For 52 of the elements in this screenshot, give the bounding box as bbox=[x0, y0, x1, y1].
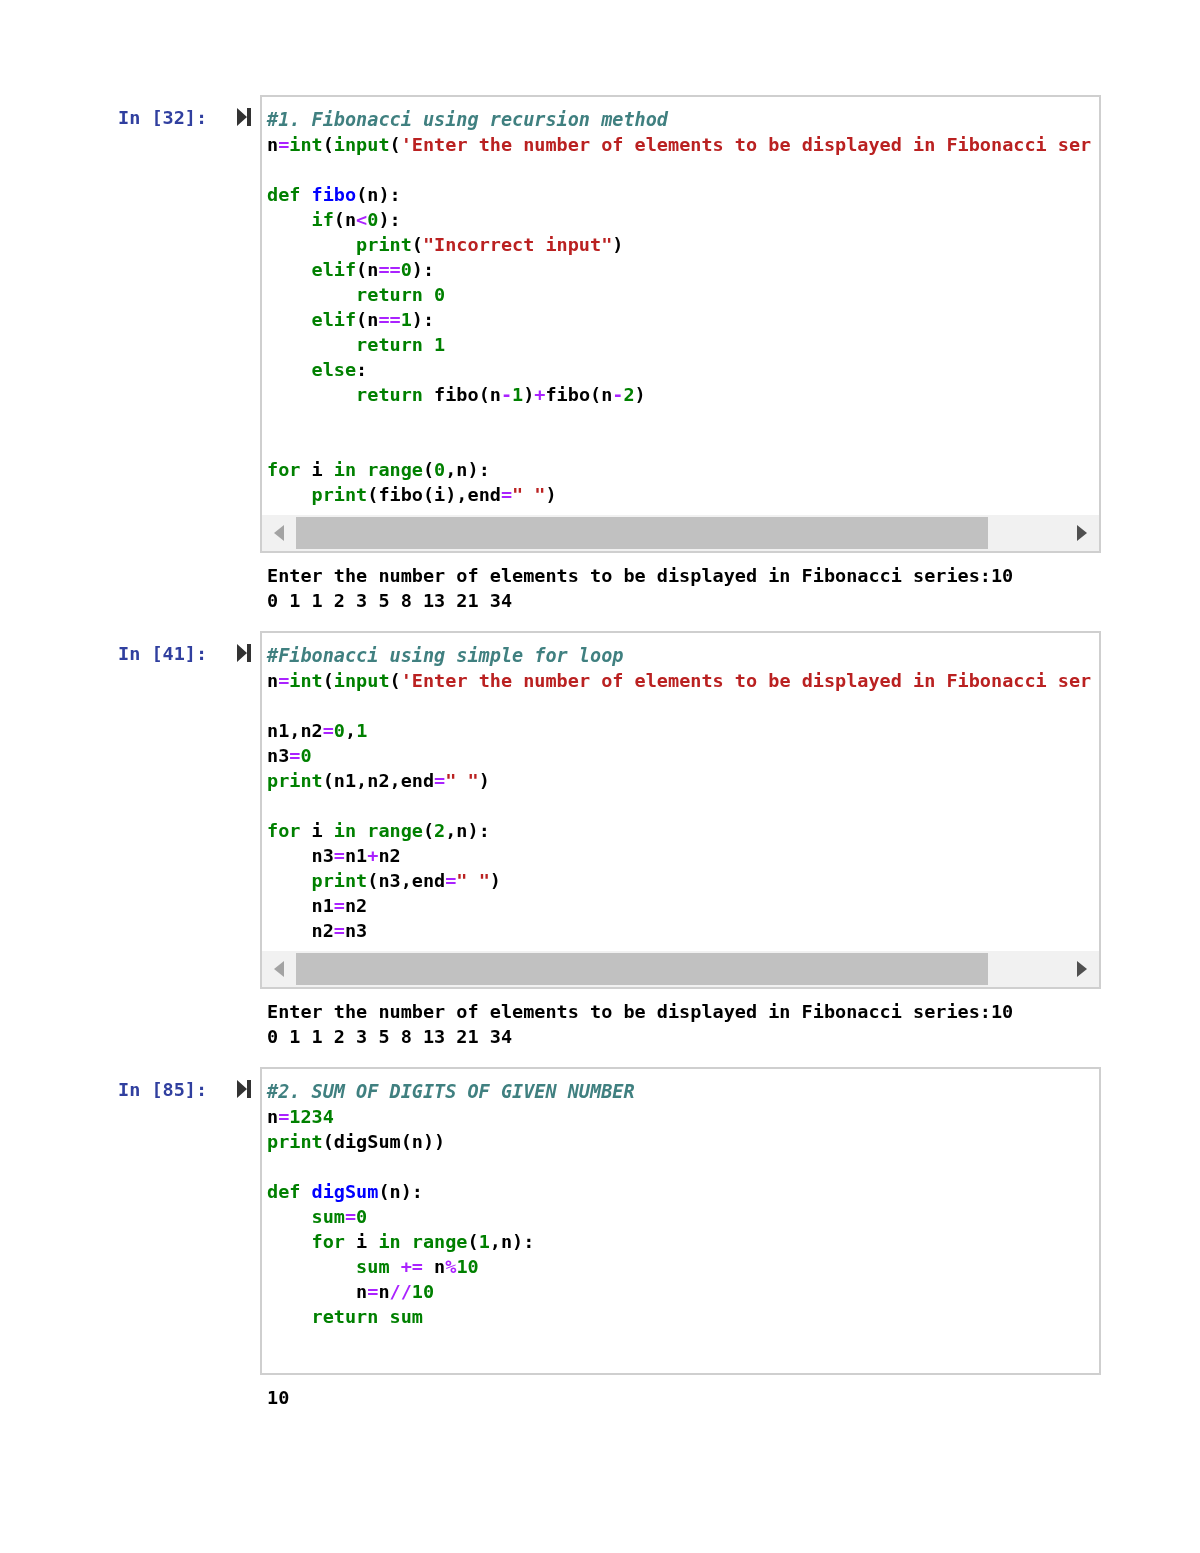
output-line: Enter the number of elements to be displayed in Fibonacci series:10 bbox=[267, 564, 1015, 588]
cell-prompt: In [32]: bbox=[118, 106, 209, 130]
code-cell[interactable]: #2. SUM OF DIGITS OF GIVEN NUMBER n=1234 print(digSum(n)) def digSum(n): sum=0 for i in range(1,n): sum += n%10 n=n//10 return sum bbox=[260, 1067, 1101, 1375]
code-line: for i in range(2,n): bbox=[267, 819, 491, 843]
horizontal-scrollbar[interactable] bbox=[262, 515, 1099, 551]
code-line: print(digSum(n)) bbox=[267, 1130, 447, 1154]
scroll-right-icon[interactable] bbox=[1077, 525, 1087, 541]
code-line: n=n//10 bbox=[355, 1280, 436, 1304]
output-line: 0 1 1 2 3 5 8 13 21 34 bbox=[267, 589, 514, 613]
output-line: 10 bbox=[267, 1386, 291, 1410]
scroll-right-icon[interactable] bbox=[1077, 961, 1087, 977]
code-line: for i in range(1,n): bbox=[310, 1230, 536, 1254]
code-line: def digSum(n): bbox=[267, 1180, 424, 1204]
code-line: else: bbox=[310, 358, 369, 382]
code-cell[interactable] bbox=[260, 95, 1101, 553]
code-line: #1. Fibonacci using recursion method bbox=[267, 108, 669, 132]
code-line: elif(n==0): bbox=[310, 258, 436, 282]
code-line: sum += n%10 bbox=[355, 1255, 480, 1279]
code-line: return sum bbox=[310, 1305, 424, 1329]
code-cell[interactable] bbox=[260, 631, 1101, 989]
code-line: if(n<0): bbox=[310, 208, 402, 232]
code-line: print(n3,end=" ") bbox=[310, 869, 502, 893]
horizontal-scrollbar[interactable] bbox=[262, 951, 1099, 987]
scrollbar-thumb[interactable] bbox=[296, 517, 988, 549]
run-cell-icon[interactable] bbox=[237, 108, 251, 126]
code-line: n2=n3 bbox=[310, 919, 369, 943]
code-line: n=1234 bbox=[267, 1105, 335, 1129]
code-line: n=int(input('Enter the number of elements to be displayed in Fibonacci ser bbox=[267, 133, 1093, 157]
run-cell-icon[interactable] bbox=[237, 1080, 251, 1098]
code-line: return fibo(n-1)+fibo(n-2) bbox=[355, 383, 647, 407]
output-line: Enter the number of elements to be displayed in Fibonacci series:10 bbox=[267, 1000, 1015, 1024]
code-line: def fibo(n): bbox=[267, 183, 402, 207]
run-cell-icon[interactable] bbox=[237, 644, 251, 662]
code-line: n3=0 bbox=[267, 744, 313, 768]
code-line: n3=n1+n2 bbox=[310, 844, 402, 868]
code-line: sum=0 bbox=[310, 1205, 369, 1229]
code-line: n1,n2=0,1 bbox=[267, 719, 369, 743]
output-line: 0 1 1 2 3 5 8 13 21 34 bbox=[267, 1025, 514, 1049]
code-line: return 1 bbox=[355, 333, 447, 357]
code-line: print(fibo(i),end=" ") bbox=[310, 483, 558, 507]
cell-prompt: In [85]: bbox=[118, 1078, 209, 1102]
code-line: elif(n==1): bbox=[310, 308, 436, 332]
code-line: print(n1,n2,end=" ") bbox=[267, 769, 491, 793]
code-line: #2. SUM OF DIGITS OF GIVEN NUMBER bbox=[267, 1080, 636, 1104]
code-line: n=int(input('Enter the number of elements to be displayed in Fibonacci ser bbox=[267, 669, 1093, 693]
code-line: for i in range(0,n): bbox=[267, 458, 491, 482]
code-line: #Fibonacci using simple for loop bbox=[267, 644, 625, 668]
code-line: return 0 bbox=[355, 283, 447, 307]
code-line: print("Incorrect input") bbox=[355, 233, 625, 257]
code-line: n1=n2 bbox=[310, 894, 369, 918]
cell-prompt: In [41]: bbox=[118, 642, 209, 666]
scrollbar-thumb[interactable] bbox=[296, 953, 988, 985]
